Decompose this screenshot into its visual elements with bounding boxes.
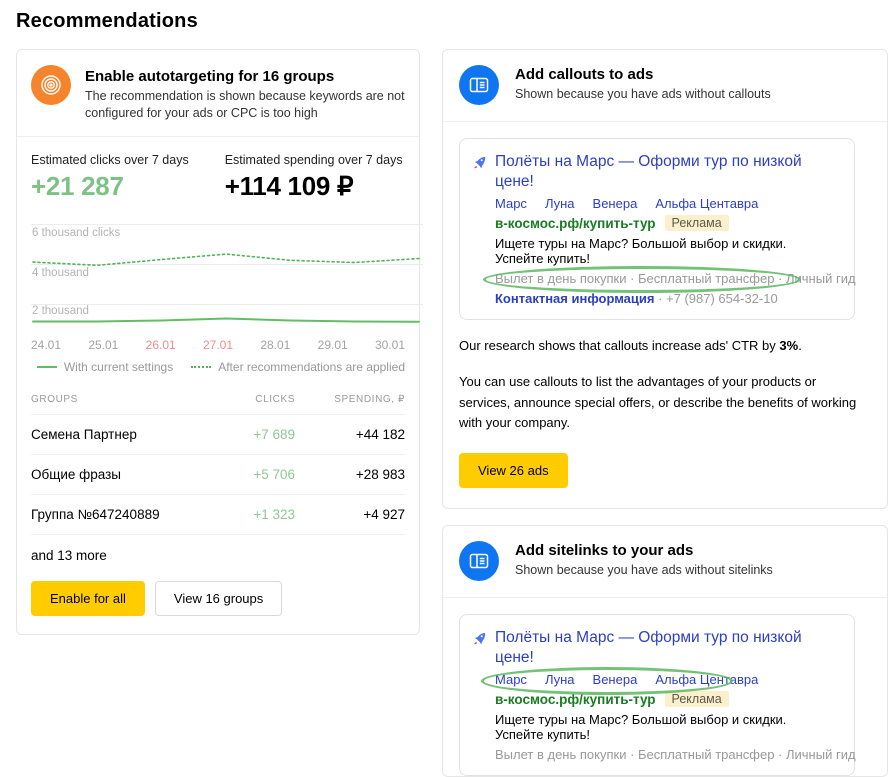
ad-title-link[interactable]: Полёты на Марс — Оформи тур по низкой це…: [495, 152, 838, 192]
ad-badge: Реклама: [665, 691, 729, 707]
ad-contact-row: Контактная информация · +7 (987) 654-32-…: [495, 291, 838, 306]
enable-for-all-button[interactable]: Enable for all: [31, 581, 145, 616]
ad-card-icon: [459, 541, 499, 581]
autotargeting-icon: [31, 65, 71, 105]
ad-text: Ищете туры на Марс? Большой выбор и скид…: [495, 236, 838, 266]
table-header-row: Groups Clicks Spending, ₽: [31, 388, 405, 415]
x-axis: 24.01 25.01 26.01 27.01 28.01 29.01 30.0…: [31, 338, 405, 352]
clicks-forecast-chart: 6 thousand clicks 4 thousand 2 thousand: [31, 218, 405, 336]
divider: [443, 121, 887, 122]
ad-display-url: в-космос.рф/купить-тур: [495, 216, 656, 231]
page-title: Recommendations: [16, 10, 888, 33]
dotted-line-icon: [191, 366, 211, 368]
x-tick: 30.01: [375, 338, 405, 352]
divider: [443, 597, 887, 598]
estimates-row: Estimated clicks over 7 days +21 287 Est…: [17, 137, 419, 208]
table-row: Общие фразы +5 706 +28 983: [31, 455, 405, 495]
ad-preview: Полёты на Марс — Оформи тур по низкой це…: [459, 138, 855, 320]
x-tick-weekend: 27.01: [203, 338, 233, 352]
table-row: Группа №647240889 +1 323 +4 927: [31, 495, 405, 535]
rocket-icon: [472, 631, 487, 649]
callouts-usage-text: You can use callouts to list the advanta…: [459, 372, 859, 432]
more-groups-label: and 13 more: [31, 535, 405, 567]
legend-current-settings: With current settings: [37, 360, 173, 374]
contact-info-link[interactable]: Контактная информация: [495, 291, 654, 306]
autotargeting-card: Enable autotargeting for 16 groups The r…: [16, 49, 420, 635]
ad-card-icon: [459, 65, 499, 105]
ad-text: Ищете туры на Марс? Большой выбор и скид…: [495, 712, 838, 742]
view-ads-button[interactable]: View 26 ads: [459, 453, 568, 488]
estimated-spending: Estimated spending over 7 days +114 109 …: [225, 153, 403, 202]
sitelinks-card: Add sitelinks to your ads Shown because …: [442, 525, 888, 777]
ad-sitelinks: Марс Луна Венера Альфа Центавра: [495, 672, 758, 687]
solid-line-icon: [37, 366, 57, 368]
autotargeting-description: The recommendation is shown because keyw…: [85, 88, 405, 122]
ad-title-link[interactable]: Полёты на Марс — Оформи тур по низкой це…: [495, 628, 838, 668]
sitelinks-card-subtitle: Shown because you have ads without sitel…: [515, 563, 773, 577]
estimated-clicks: Estimated clicks over 7 days +21 287: [31, 153, 189, 202]
sitelink[interactable]: Венера: [593, 672, 638, 687]
view-groups-button[interactable]: View 16 groups: [155, 581, 282, 616]
callouts-research-text: Our research shows that callouts increas…: [459, 336, 859, 356]
ad-preview: Полёты на Марс — Оформи тур по низкой це…: [459, 614, 855, 776]
x-tick-weekend: 26.01: [146, 338, 176, 352]
y-axis-label: 4 thousand: [32, 267, 89, 279]
sitelink[interactable]: Альфа Центавра: [655, 672, 758, 687]
x-tick: 28.01: [260, 338, 290, 352]
sitelink[interactable]: Марс: [495, 196, 527, 211]
table-row: Семена Партнер +7 689 +44 182: [31, 415, 405, 455]
autotargeting-title: Enable autotargeting for 16 groups: [85, 68, 405, 85]
estimated-clicks-value: +21 287: [31, 171, 189, 202]
contact-phone: · +7 (987) 654-32-10: [654, 291, 777, 306]
callouts-card: Add callouts to ads Shown because you ha…: [442, 49, 888, 509]
chart-legend: With current settings After recommendati…: [31, 360, 405, 374]
groups-table: Groups Clicks Spending, ₽ Семена Партнер…: [31, 388, 405, 567]
ad-callouts: Вылет в день покупки · Бесплатный трансф…: [495, 271, 856, 286]
ad-sitelinks: Марс Луна Венера Альфа Центавра: [495, 196, 758, 211]
estimated-spending-value: +114 109 ₽: [225, 171, 403, 202]
ad-callouts: Вылет в день покупки · Бесплатный трансф…: [495, 747, 856, 762]
recommendations-page: Recommendations Enable autotargeting for…: [0, 0, 888, 777]
sitelink[interactable]: Альфа Центавра: [655, 196, 758, 211]
callouts-card-title: Add callouts to ads: [515, 66, 771, 83]
callouts-card-subtitle: Shown because you have ads without callo…: [515, 87, 771, 101]
sitelink[interactable]: Марс: [495, 672, 527, 687]
y-axis-label: 6 thousand clicks: [32, 227, 120, 239]
sitelinks-card-title: Add sitelinks to your ads: [515, 542, 773, 559]
ad-badge: Реклама: [665, 215, 729, 231]
x-tick: 29.01: [318, 338, 348, 352]
y-axis-label: 2 thousand: [32, 305, 89, 317]
legend-after-recommendations: After recommendations are applied: [191, 360, 405, 374]
x-tick: 24.01: [31, 338, 61, 352]
rocket-icon: [472, 155, 487, 173]
x-tick: 25.01: [88, 338, 118, 352]
sitelink[interactable]: Венера: [593, 196, 638, 211]
ad-display-url: в-космос.рф/купить-тур: [495, 692, 656, 707]
sitelink[interactable]: Луна: [545, 196, 575, 211]
sitelink[interactable]: Луна: [545, 672, 575, 687]
